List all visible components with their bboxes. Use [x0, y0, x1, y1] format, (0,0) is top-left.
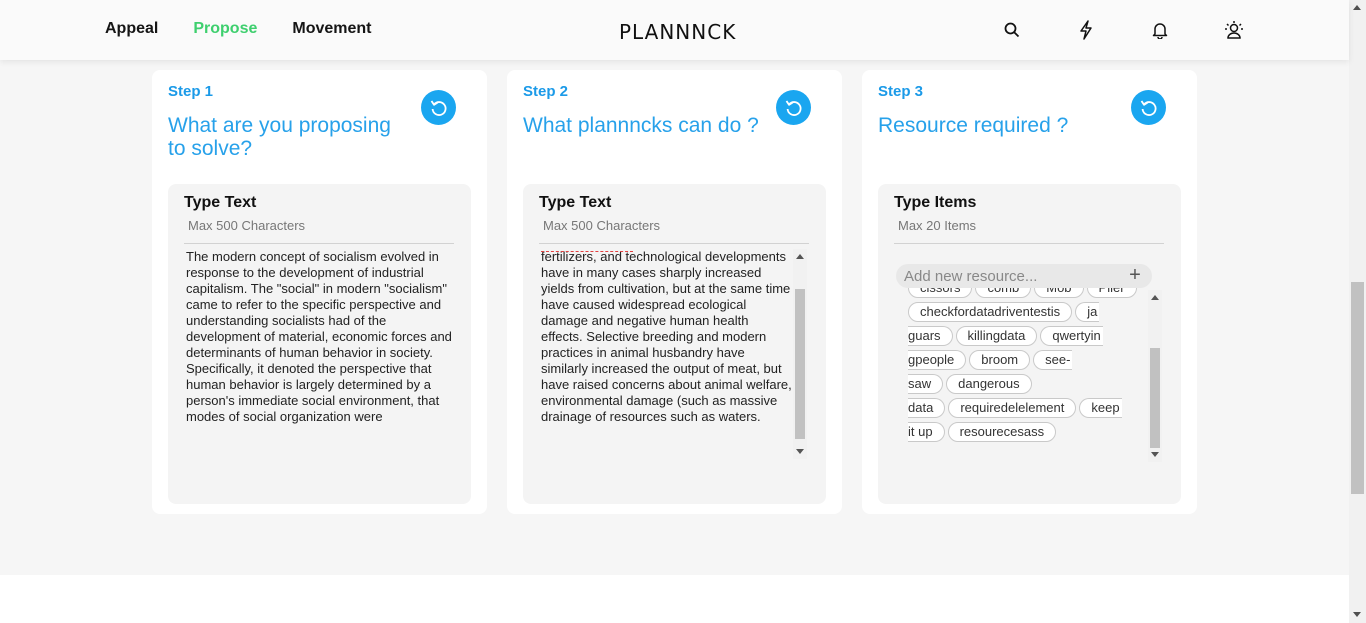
resource-chip[interactable]: saw: [908, 374, 944, 394]
resource-chip[interactable]: Mob: [1034, 288, 1084, 298]
divider: [184, 243, 454, 244]
page-scroll-thumb[interactable]: [1351, 282, 1364, 494]
step1-label: Step 1: [168, 83, 214, 100]
step2-card: Step 2 What plannncks can do ? Type Text…: [507, 70, 842, 514]
nav-appeal[interactable]: Appeal: [105, 20, 158, 38]
resource-chip[interactable]: gpeople: [908, 350, 967, 370]
resource-chip[interactable]: it up: [908, 422, 945, 442]
reset-icon: [1140, 100, 1156, 116]
step2-text-field: Type Text Max 500 Characters fertilizers…: [523, 184, 826, 504]
divider: [894, 243, 1164, 244]
chip-row: saw dangerous: [908, 374, 1140, 394]
scroll-up-arrow[interactable]: [796, 254, 804, 259]
main-nav: Appeal Propose Movement: [105, 20, 371, 38]
page-scrollbar[interactable]: [1349, 0, 1366, 623]
step1-card: Step 1 What are you proposing to solve? …: [152, 70, 487, 514]
resource-chip[interactable]: killingdata: [955, 326, 1038, 346]
reset-icon: [785, 100, 801, 116]
add-resource-input[interactable]: [896, 264, 1152, 288]
spellcheck-underline: [541, 250, 633, 252]
top-header: Appeal Propose Movement PLANNNCK: [0, 0, 1349, 60]
resource-chip[interactable]: qwertyin: [1040, 326, 1103, 346]
resource-chip[interactable]: ja: [1075, 302, 1100, 322]
step1-reset-button[interactable]: [421, 90, 456, 125]
add-resource-button[interactable]: +: [1125, 264, 1145, 288]
scroll-down-arrow[interactable]: [1151, 452, 1159, 457]
bell-icon[interactable]: [1148, 18, 1172, 42]
step3-label: Step 3: [878, 83, 924, 100]
resource-chip[interactable]: resourecesass: [947, 422, 1057, 442]
resource-chip[interactable]: keep: [1079, 398, 1122, 418]
scroll-thumb[interactable]: [1150, 348, 1160, 448]
page-scroll-down-arrow[interactable]: [1353, 612, 1361, 617]
chip-row: gpeople broom see-: [908, 350, 1140, 370]
resource-chip-list: cissorscombMobPlier checkfordatadriventes…: [908, 288, 1140, 460]
step3-items-field: Type Items Max 20 Items + cissorscombMob…: [878, 184, 1181, 504]
step2-field-title: Type Text: [539, 194, 612, 211]
lightning-icon[interactable]: [1074, 18, 1098, 42]
step3-reset-button[interactable]: [1131, 90, 1166, 125]
resource-chip[interactable]: data: [908, 398, 946, 418]
resource-chip[interactable]: checkfordatadriventestis: [908, 302, 1073, 322]
chip-row: guars killingdata qwertyin: [908, 326, 1140, 346]
chip-row: cissorscombMobPlier: [908, 288, 1140, 298]
step1-field-hint: Max 500 Characters: [188, 218, 306, 233]
step2-label: Step 2: [523, 83, 569, 100]
step1-title: What are you proposing to solve?: [168, 114, 391, 160]
page-scroll-up-arrow[interactable]: [1353, 5, 1361, 10]
chip-row: data requiredelelement keep: [908, 398, 1140, 418]
scroll-thumb[interactable]: [795, 289, 805, 439]
resource-chip[interactable]: requiredelelement: [948, 398, 1077, 418]
chip-row: it up resourecesass: [908, 422, 1140, 442]
step2-text: fertilizers, and technological developme…: [541, 249, 792, 424]
search-icon[interactable]: [1000, 18, 1024, 42]
step2-title: What plannncks can do ?: [523, 114, 759, 137]
step2-textarea[interactable]: fertilizers, and technological developme…: [541, 249, 793, 459]
step1-text-field: Type Text Max 500 Characters The modern …: [168, 184, 471, 504]
user-sun-icon[interactable]: [1222, 18, 1246, 42]
step3-field-title: Type Items: [894, 194, 977, 211]
scroll-down-arrow[interactable]: [796, 449, 804, 454]
nav-propose[interactable]: Propose: [193, 20, 257, 38]
resource-chip[interactable]: broom: [969, 350, 1031, 370]
logo[interactable]: PLANNNCK: [619, 20, 736, 44]
resource-chip[interactable]: comb: [975, 288, 1032, 298]
resource-chip[interactable]: guars: [908, 326, 953, 346]
step3-card: Step 3 Resource required ? Type Items Ma…: [862, 70, 1197, 514]
header-icons: [1000, 18, 1246, 42]
resource-chip[interactable]: cissors: [908, 288, 973, 298]
step3-field-hint: Max 20 Items: [898, 218, 977, 233]
step2-field-hint: Max 500 Characters: [543, 218, 661, 233]
resource-chip[interactable]: dangerous: [946, 374, 1032, 394]
divider: [539, 243, 809, 244]
step1-textarea[interactable]: The modern concept of socialism evolved …: [186, 249, 454, 459]
resource-chip[interactable]: Plier: [1086, 288, 1137, 298]
step3-title: Resource required ?: [878, 114, 1069, 137]
step2-scrollbar[interactable]: [793, 249, 807, 459]
step2-reset-button[interactable]: [776, 90, 811, 125]
reset-icon: [430, 100, 446, 116]
resource-chip[interactable]: see-: [1033, 350, 1073, 370]
scroll-up-arrow[interactable]: [1151, 295, 1159, 300]
chip-row: checkfordatadriventestis ja: [908, 302, 1140, 322]
step3-scrollbar[interactable]: [1148, 290, 1162, 462]
nav-movement[interactable]: Movement: [292, 20, 371, 38]
step1-field-title: Type Text: [184, 194, 257, 211]
footer-area: [0, 575, 1349, 623]
